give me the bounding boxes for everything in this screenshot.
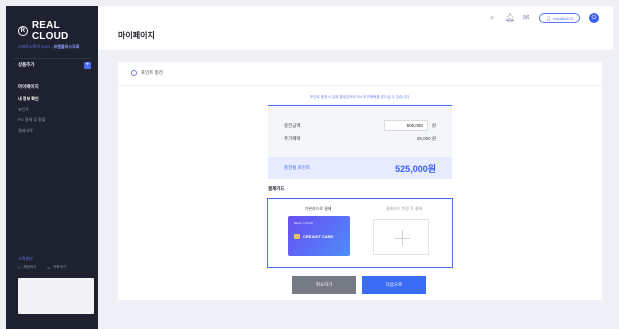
plan-prefix: 스마트스토어 2021 - bbox=[18, 44, 53, 49]
cancel-button[interactable]: 취소하기 bbox=[292, 276, 356, 294]
plan-info: 스마트스토어 2021 - 프렌플러스무료 bbox=[18, 44, 79, 50]
bonus-row: 추가혜택 25,000 원 bbox=[284, 136, 436, 142]
next-button[interactable]: 다음으로 bbox=[362, 276, 426, 294]
user-menu-button[interactable]: 👤︎ hapaka123 bbox=[539, 13, 580, 23]
charge-amount-unit: 원 bbox=[431, 122, 436, 128]
sidebar: R REAL CLOUD 스마트스토어 2021 - 프렌플러스무료 상품추가 … bbox=[6, 6, 98, 329]
logo-text: REAL CLOUD bbox=[31, 20, 69, 42]
sidebar-item-payment-history[interactable]: 결제내역 bbox=[18, 128, 46, 134]
card-title: 포인트 충전 bbox=[131, 70, 163, 76]
total-points-value: 525,000원 bbox=[395, 163, 436, 174]
sidebar-item-product-add[interactable]: 상품추가 bbox=[18, 62, 35, 68]
payment-card-selector: 기본카드로 결제 결제카드 변경 후 결제 REAL CLOUD CREADIT… bbox=[267, 198, 453, 268]
change-card-option-label[interactable]: 결제카드 변경 후 결제 bbox=[364, 206, 444, 212]
sidebar-menu: 내 정보 확인 포인트 PG 결제 및 환불 결제내역 bbox=[18, 96, 46, 138]
chat-link[interactable]: ☐ 채팅하기 bbox=[18, 265, 36, 270]
card-brand: REAL CLOUD bbox=[294, 221, 314, 225]
charge-amount-label: 충전금액 bbox=[284, 122, 301, 128]
sidebar-item-points[interactable]: 포인트 bbox=[18, 107, 46, 113]
sidebar-section-mypage[interactable]: 마이페이지 bbox=[18, 84, 39, 90]
page-title: 마이페이지 bbox=[118, 31, 155, 40]
logout-icon[interactable]: ⏻ bbox=[589, 13, 599, 23]
bonus-value: 25,000 원 bbox=[416, 136, 436, 141]
chat-icon: ☐ bbox=[18, 265, 22, 270]
bell-icon[interactable]: 🔔︎ bbox=[505, 14, 515, 22]
user-label: hapaka123 bbox=[553, 15, 573, 21]
card-type-text: CREADIT CARD bbox=[303, 234, 334, 239]
card-header: 포인트 충전 bbox=[118, 62, 602, 86]
call-label: 전화하기 bbox=[52, 265, 67, 269]
sidebar-divider bbox=[14, 58, 90, 59]
logo[interactable]: R REAL CLOUD bbox=[18, 20, 98, 42]
user-icon: 👤︎ bbox=[546, 15, 552, 21]
default-card-option-label[interactable]: 기본카드로 결제 bbox=[278, 206, 358, 212]
plus-icon[interactable]: + bbox=[84, 62, 91, 69]
sidebar-item-my-info[interactable]: 내 정보 확인 bbox=[18, 96, 46, 102]
logo-icon: R bbox=[18, 26, 28, 36]
point-charge-card: 포인트 충전 포인트 충전시 실제 결제금액의 5% 추가혜택을 받으실 수 있… bbox=[118, 62, 602, 300]
bonus-label: 추가혜택 bbox=[284, 136, 301, 141]
charge-notice: 포인트 충전시 실제 결제금액의 5% 추가혜택을 받으실 수 있습니다. bbox=[309, 95, 411, 99]
support-contact: ☐ 채팅하기 ☏ 전화하기 bbox=[18, 265, 66, 270]
header-actions: ⌕ 🔔︎ ✉ 👤︎ hapaka123 ⏻ bbox=[488, 13, 599, 23]
total-points-label: 충전될 포인트 bbox=[284, 165, 311, 170]
top-header: 마이페이지 ⌕ 🔔︎ ✉ 👤︎ hapaka123 ⏻ bbox=[98, 6, 613, 50]
payment-card-label: 결제카드 bbox=[268, 186, 285, 191]
support-title: 고객센터 bbox=[18, 256, 33, 261]
charge-amount-input[interactable]: 500,000 bbox=[383, 120, 428, 131]
charge-summary: 충전금액 500,000 원 추가혜택 25,000 원 충전될 포인트 525… bbox=[268, 105, 452, 179]
call-link[interactable]: ☏ 전화하기 bbox=[46, 265, 66, 270]
add-card-button[interactable] bbox=[373, 219, 429, 255]
message-icon[interactable]: ✉ bbox=[522, 14, 530, 22]
sidebar-banner bbox=[18, 278, 94, 314]
search-icon[interactable]: ⌕ bbox=[488, 14, 496, 22]
phone-icon: ☏ bbox=[46, 265, 51, 270]
circle-icon bbox=[131, 70, 137, 76]
charge-amount-wrap: 500,000 원 bbox=[383, 120, 436, 131]
chat-label: 채팅하기 bbox=[23, 265, 37, 269]
charge-amount-row: 충전금액 500,000 원 bbox=[284, 120, 436, 131]
card-chip-icon bbox=[294, 234, 300, 239]
card-title-text: 포인트 충전 bbox=[141, 70, 163, 75]
total-points-bar: 충전될 포인트 525,000원 bbox=[268, 157, 452, 179]
sidebar-item-pg-payment[interactable]: PG 결제 및 환불 bbox=[18, 117, 46, 123]
credit-card[interactable]: REAL CLOUD CREADIT CARD bbox=[288, 216, 350, 256]
plan-name: 프렌플러스무료 bbox=[53, 44, 80, 49]
